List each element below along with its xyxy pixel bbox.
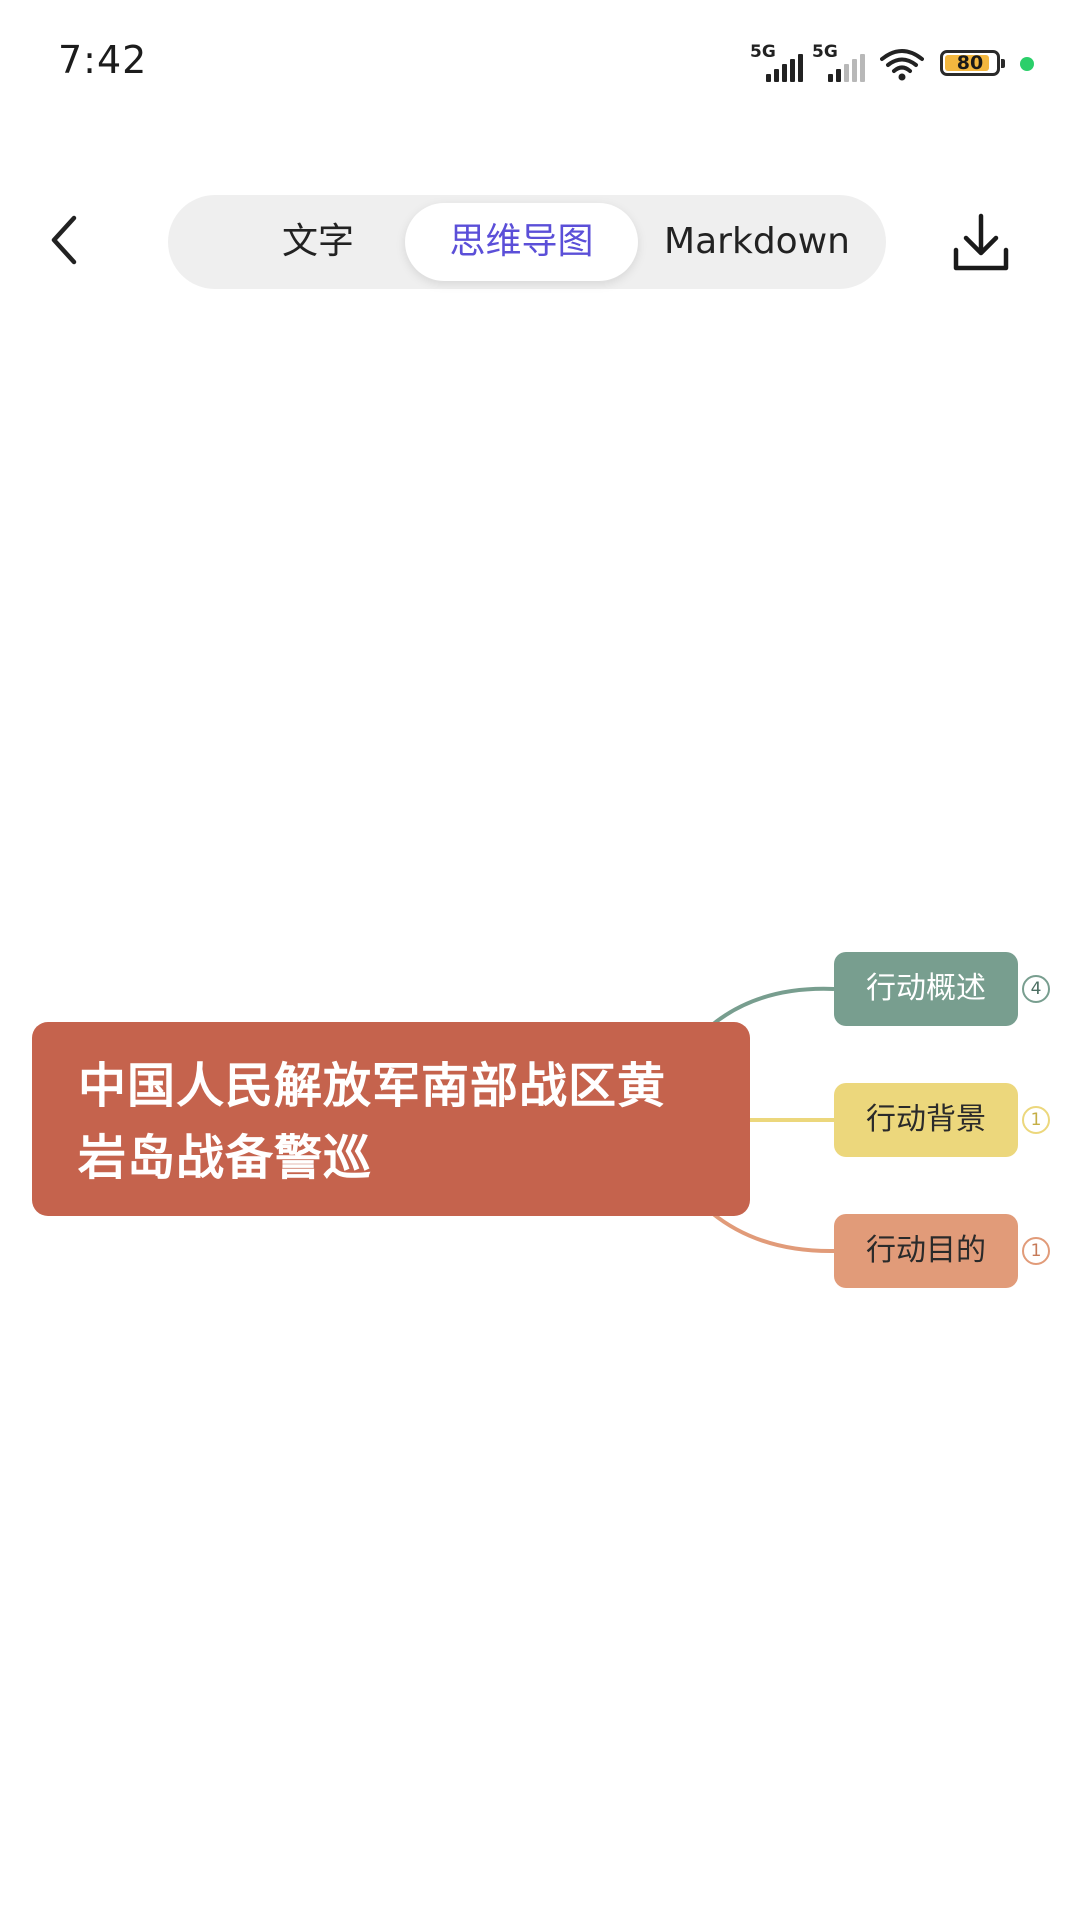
chevron-left-icon bbox=[51, 215, 77, 265]
root-title-line1: 中国人民解放军南部战区黄 bbox=[78, 1058, 667, 1114]
mindmap-root-node[interactable]: 中国人民解放军南部战区黄 岩岛战备警巡 bbox=[32, 1022, 750, 1216]
mindmap-canvas: 中国人民解放军南部战区黄 岩岛战备警巡 行动概述 4 行动背景 1 行动目的 1 bbox=[0, 900, 1080, 1320]
wifi-icon bbox=[880, 49, 924, 81]
tab-text[interactable]: 文字 bbox=[212, 203, 424, 281]
download-icon bbox=[953, 213, 1009, 271]
status-time: 7:42 bbox=[58, 38, 148, 82]
mindmap-node-purpose[interactable]: 行动目的 bbox=[834, 1214, 1018, 1288]
tab-mindmap[interactable]: 思维导图 bbox=[405, 203, 638, 281]
green-dot-indicator bbox=[1020, 57, 1034, 71]
battery-level: 80 bbox=[956, 52, 984, 74]
battery-icon: 80 bbox=[940, 50, 1005, 76]
tab-markdown[interactable]: Markdown bbox=[648, 203, 866, 281]
mindmap-node-overview[interactable]: 行动概述 bbox=[834, 952, 1018, 1026]
mindmap-screen: 7:42 5G 5G 80 文字 思维导图 Markdown 中国人民解放军南部… bbox=[0, 0, 1080, 1920]
child-count-badge[interactable]: 4 bbox=[1022, 975, 1050, 1003]
view-mode-tabs: 文字 思维导图 Markdown bbox=[168, 195, 886, 289]
back-button[interactable] bbox=[40, 210, 90, 270]
download-button[interactable] bbox=[948, 210, 1014, 276]
branch-link-3 bbox=[710, 1211, 835, 1254]
child-count-badge[interactable]: 1 bbox=[1022, 1106, 1050, 1134]
status-icons: 5G 5G 80 bbox=[750, 42, 1040, 84]
branch-link-1 bbox=[710, 986, 835, 1027]
child-count-badge[interactable]: 1 bbox=[1022, 1237, 1050, 1265]
mindmap-node-background[interactable]: 行动背景 bbox=[834, 1083, 1018, 1157]
status-bar: 7:42 5G 5G 80 bbox=[0, 0, 1080, 130]
root-title-line2: 岩岛战备警巡 bbox=[78, 1130, 373, 1186]
